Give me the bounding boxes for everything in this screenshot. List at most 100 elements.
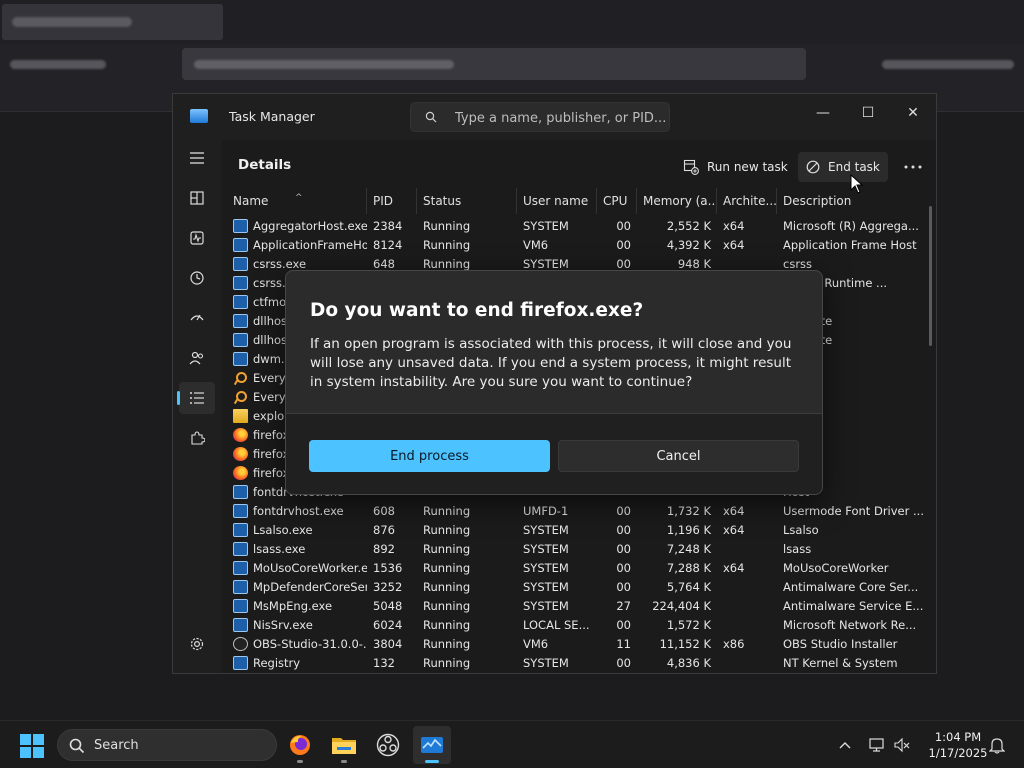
cell-cpu: 00 xyxy=(597,236,637,255)
taskbar-obs-studio[interactable] xyxy=(369,726,407,764)
notifications-button[interactable] xyxy=(986,734,1008,756)
cell-text: Lsalso.exe xyxy=(253,523,313,537)
network-icon xyxy=(869,738,884,752)
taskbar-file-explorer[interactable] xyxy=(325,726,363,764)
cell-desc: Usermode Font Driver ... xyxy=(777,502,923,521)
firefox-icon xyxy=(290,735,310,755)
column-header-pid[interactable]: PID xyxy=(367,188,417,214)
cell-text: Running xyxy=(423,257,471,271)
table-scrollbar[interactable] xyxy=(929,206,932,346)
cell-text: 00 xyxy=(616,219,631,233)
taskbar-search[interactable]: Search xyxy=(57,729,277,761)
network-status-button[interactable] xyxy=(866,734,888,756)
nav-settings[interactable] xyxy=(179,628,215,660)
cell-text: 608 xyxy=(373,504,395,518)
sort-caret-icon: ^ xyxy=(295,193,303,203)
table-row[interactable]: fontdrvhost.exe 608 Running UMFD-1 00 1,732 K… xyxy=(221,502,926,521)
cell-text: Antimalware Core Ser... xyxy=(783,580,919,594)
nav-users[interactable] xyxy=(179,342,215,374)
cell-mem: 4,836 K xyxy=(637,654,717,673)
column-header-name[interactable]: Name ^ xyxy=(227,188,367,214)
table-row[interactable]: Lsalso.exe 876 Running SYSTEM 00 1,196 K x64 Ls… xyxy=(221,521,926,540)
cell-text: Running xyxy=(423,504,471,518)
table-row[interactable]: NisSrv.exe 6024 Running LOCAL SE... 00 1,572 … xyxy=(221,616,926,635)
table-row[interactable]: MpDefenderCoreSer... 3252 Running SYSTEM 00 5… xyxy=(221,578,926,597)
cell-mem: 7,248 K xyxy=(637,540,717,559)
table-row[interactable]: MsMpEng.exe 5048 Running SYSTEM 27 224,404 K A… xyxy=(221,597,926,616)
cell-text: LOCAL SE... xyxy=(523,618,590,632)
cell-text: MpDefenderCoreSer... xyxy=(253,580,367,594)
taskbar-firefox[interactable] xyxy=(281,726,319,764)
cell-text: Running xyxy=(423,599,471,613)
key-icon xyxy=(233,390,248,404)
taskbar-search-label: Search xyxy=(94,738,139,753)
table-row[interactable]: ApplicationFrameHo... 8124 Running VM6 00 4,3… xyxy=(221,236,926,255)
search-box[interactable] xyxy=(410,102,670,132)
run-new-task-button[interactable]: Run new task xyxy=(675,152,796,182)
taskbar-task-manager[interactable] xyxy=(413,726,451,764)
cell-mem: 224,404 K xyxy=(637,597,717,616)
cell-text: 00 xyxy=(616,580,631,594)
column-header-user[interactable]: User name xyxy=(517,188,597,214)
cell-text: NT Kernel & System xyxy=(783,656,898,670)
nav-details[interactable] xyxy=(177,382,215,414)
end-task-icon xyxy=(806,160,820,174)
column-header-cpu[interactable]: CPU xyxy=(597,188,637,214)
nav-services[interactable] xyxy=(179,422,215,454)
more-options-button[interactable] xyxy=(897,152,929,182)
table-row[interactable]: AggregatorHost.exe 2384 Running SYSTEM 00 2,5… xyxy=(221,217,926,236)
cell-text: 3252 xyxy=(373,580,403,594)
cell-text: x64 xyxy=(723,219,745,233)
cell-arch: x64 xyxy=(717,236,777,255)
start-button[interactable] xyxy=(20,734,44,758)
title-bar: Task Manager — ☐ ✕ xyxy=(173,94,936,140)
cell-text: 4,392 K xyxy=(666,238,711,252)
end-task-label: End task xyxy=(828,160,880,174)
column-header-status[interactable]: Status xyxy=(417,188,517,214)
clock-time: 1:04 PM xyxy=(934,730,982,744)
end-process-button[interactable]: End process xyxy=(309,440,550,472)
cell-text: OBS Studio Installer xyxy=(783,637,898,651)
search-input[interactable] xyxy=(455,108,665,128)
nav-performance[interactable] xyxy=(179,222,215,254)
system-clock[interactable]: 1:04 PM 1/17/2025 xyxy=(920,729,996,761)
cell-text: UMFD-1 xyxy=(523,504,569,518)
cell-status: Running xyxy=(417,654,517,673)
details-list-icon xyxy=(190,392,204,404)
maximize-button[interactable]: ☐ xyxy=(845,98,891,128)
cell-cpu: 00 xyxy=(597,540,637,559)
minimize-button[interactable]: — xyxy=(800,98,846,128)
nav-startup-apps[interactable] xyxy=(179,302,215,334)
background-address-bar xyxy=(182,48,806,80)
cancel-button[interactable]: Cancel xyxy=(558,440,799,472)
table-row[interactable]: Registry 132 Running SYSTEM 00 4,836 K NT Kern… xyxy=(221,654,926,673)
volume-muted-button[interactable] xyxy=(891,734,913,756)
cell-text: 648 xyxy=(373,257,395,271)
cell-text: 6024 xyxy=(373,618,403,632)
cell-cpu: 00 xyxy=(597,559,637,578)
cell-mem: 1,732 K xyxy=(637,502,717,521)
end-task-button[interactable]: End task xyxy=(798,152,888,182)
close-button[interactable]: ✕ xyxy=(890,98,936,128)
cell-text: SYSTEM xyxy=(523,561,569,575)
table-row[interactable]: lsass.exe 892 Running SYSTEM 00 7,248 K lsass xyxy=(221,540,926,559)
startup-icon xyxy=(190,314,204,321)
cell-name: NisSrv.exe xyxy=(227,616,367,635)
column-header-architecture[interactable]: Archite... xyxy=(717,188,777,214)
hamburger-menu-button[interactable] xyxy=(179,142,215,174)
nav-processes[interactable] xyxy=(179,182,215,214)
cell-text: ApplicationFrameHo... xyxy=(253,238,367,252)
dialog-footer: End process Cancel xyxy=(286,413,822,494)
cell-cpu: 00 xyxy=(597,654,637,673)
cell-desc: Antimalware Core Ser... xyxy=(777,578,923,597)
executable-icon xyxy=(233,504,248,518)
cell-mem: 5,764 K xyxy=(637,578,717,597)
cell-cpu: 00 xyxy=(597,521,637,540)
table-row[interactable]: OBS-Studio-31.0.0-... 3804 Running VM6 11 11,… xyxy=(221,635,926,654)
table-row[interactable]: MoUsoCoreWorker.e... 1536 Running SYSTEM 00 7… xyxy=(221,559,926,578)
cell-text: SYSTEM xyxy=(523,542,569,556)
cell-text: Registry xyxy=(253,656,301,670)
column-header-memory[interactable]: Memory (a... xyxy=(637,188,717,214)
show-hidden-icons-button[interactable] xyxy=(836,734,854,756)
nav-app-history[interactable] xyxy=(179,262,215,294)
